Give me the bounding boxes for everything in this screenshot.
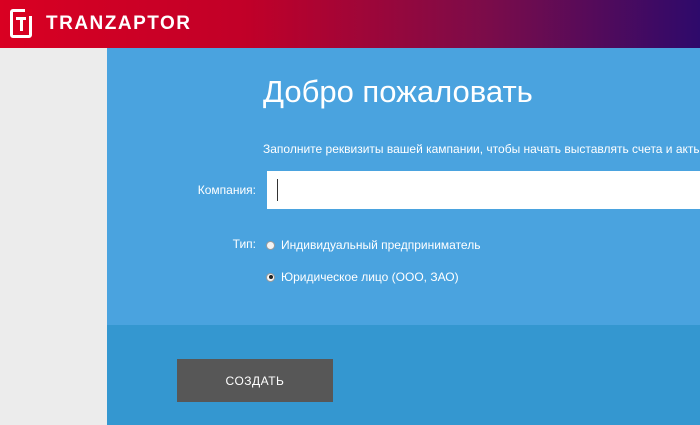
type-label: Тип:: [232, 237, 256, 251]
left-gutter: [0, 48, 107, 425]
page-title: Добро пожаловать: [263, 74, 533, 109]
logo-icon: [10, 9, 32, 38]
type-option-individual-label: Индивидуальный предприниматель: [281, 238, 481, 252]
type-option-legal-entity-label: Юридическое лицо (ООО, ЗАО): [281, 270, 459, 284]
create-button[interactable]: СОЗДАТЬ: [177, 359, 333, 402]
page-subtitle: Заполните реквизиты вашей кампании, чтоб…: [263, 142, 700, 156]
radio-individual-icon[interactable]: [266, 240, 275, 250]
radio-legal-entity-icon[interactable]: [266, 272, 275, 282]
type-option-legal-entity[interactable]: Юридическое лицо (ООО, ЗАО): [266, 270, 459, 284]
company-input[interactable]: [267, 171, 700, 209]
type-option-individual[interactable]: Индивидуальный предприниматель: [266, 238, 480, 252]
text-caret: [277, 179, 278, 201]
logo-text: TRANZAPTOR: [46, 12, 192, 34]
logo[interactable]: TRANZAPTOR: [10, 9, 192, 38]
company-label: Компания:: [197, 183, 256, 197]
app-header: TRANZAPTOR: [0, 0, 700, 48]
